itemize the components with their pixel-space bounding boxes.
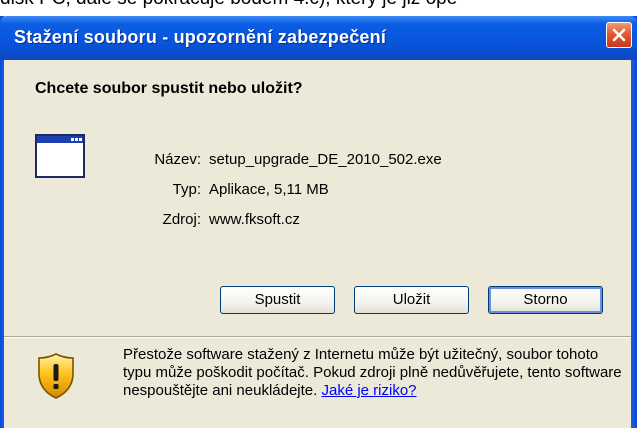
close-icon [612, 28, 626, 42]
question-heading: Chcete soubor spustit nebo uložit? [35, 80, 303, 97]
save-button[interactable]: Uložit [354, 286, 469, 314]
file-source-row: Zdroj: www.fksoft.cz [4, 211, 631, 231]
file-type-label: Typ: [172, 181, 201, 198]
background-document-text: disk PC, dále se pokračuje bodem 4.c), k… [0, 0, 637, 9]
security-warning-message: Přestože software stažený z Internetu mů… [123, 346, 623, 400]
dialog-title: Stažení souboru - upozornění zabezpečení [14, 27, 387, 47]
risk-link[interactable]: Jaké je riziko? [321, 382, 416, 399]
screen: disk PC, dále se pokračuje bodem 4.c), k… [0, 0, 637, 428]
run-button[interactable]: Spustit [220, 286, 335, 314]
file-source-value: www.fksoft.cz [209, 211, 300, 228]
file-type-value: Aplikace, 5,11 MB [209, 181, 329, 198]
button-row: Spustit Uložit Storno [4, 286, 631, 316]
file-name-row: Název: setup_upgrade_DE_2010_502.exe [4, 151, 631, 171]
shield-warning-icon [38, 353, 74, 399]
dialog-titlebar[interactable]: Stažení souboru - upozornění zabezpečení [0, 16, 637, 60]
file-source-label: Zdroj: [162, 211, 201, 228]
cancel-button[interactable]: Storno [488, 286, 603, 314]
download-security-dialog: Stažení souboru - upozornění zabezpečení… [0, 16, 637, 428]
file-name-label: Název: [154, 151, 201, 168]
dialog-separator [4, 336, 631, 338]
file-type-row: Typ: Aplikace, 5,11 MB [4, 181, 631, 201]
close-button[interactable] [606, 22, 632, 48]
dialog-content: Chcete soubor spustit nebo uložit? Název… [4, 60, 631, 428]
file-name-value: setup_upgrade_DE_2010_502.exe [209, 151, 442, 168]
